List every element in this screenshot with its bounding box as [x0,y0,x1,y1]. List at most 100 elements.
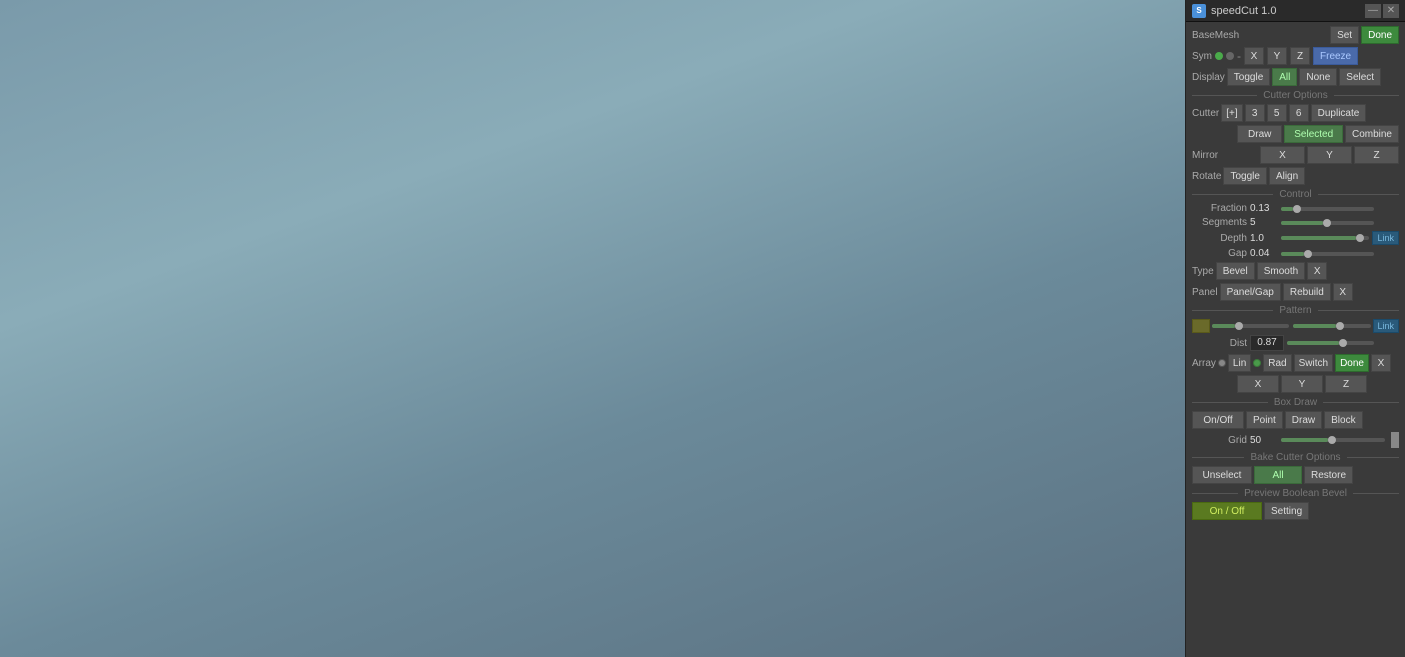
three-button[interactable]: 3 [1245,104,1265,122]
mirror-row: Mirror X Y Z [1192,146,1399,164]
mirror-y-button[interactable]: Y [1307,146,1352,164]
bevel-button[interactable]: Bevel [1216,262,1255,280]
preview-boolean-label: Preview Boolean Bevel [1238,488,1353,499]
freeze-button[interactable]: Freeze [1313,47,1358,65]
set-button[interactable]: Set [1330,26,1359,44]
all-button[interactable]: All [1272,68,1297,86]
grid-value: 50 [1250,435,1278,446]
pattern-color-btn1[interactable] [1192,319,1210,333]
segments-value: 5 [1250,217,1278,228]
block-button[interactable]: Block [1324,411,1362,429]
none-button[interactable]: None [1299,68,1337,86]
display-label: Display [1192,72,1225,83]
lin-button[interactable]: Lin [1228,354,1251,372]
bake-all-button[interactable]: All [1254,466,1302,484]
array-row: Array Lin Rad Switch Done X [1192,354,1399,372]
segments-row: Segments 5 [1192,217,1399,228]
type-x-button[interactable]: X [1307,262,1327,280]
switch-button[interactable]: Switch [1294,354,1333,372]
array-z-button[interactable]: Z [1325,375,1367,393]
fraction-slider[interactable] [1281,207,1374,211]
array-radio1[interactable] [1218,359,1226,367]
pattern-label: Pattern [1273,305,1317,316]
mirror-z-button[interactable]: Z [1354,146,1399,164]
gap-row: Gap 0.04 [1192,248,1399,259]
bake-cutter-label: Bake Cutter Options [1244,452,1346,463]
setting-button[interactable]: Setting [1264,502,1309,520]
pattern-slider2[interactable] [1293,324,1370,328]
sym-dash: - [1237,49,1241,63]
grid-label: Grid [1192,435,1247,446]
sym-x-button[interactable]: X [1244,47,1264,65]
selected-button[interactable]: Selected [1284,125,1343,143]
fraction-fill [1281,207,1293,211]
combine-button[interactable]: Combine [1345,125,1399,143]
3d-viewport[interactable] [0,0,1185,657]
gap-label: Gap [1192,248,1247,259]
array-done-button[interactable]: Done [1335,354,1369,372]
six-button[interactable]: 6 [1289,104,1309,122]
basemesh-label: BaseMesh [1192,30,1239,41]
toggle-button[interactable]: Toggle [1227,68,1270,86]
rebuild-button[interactable]: Rebuild [1283,283,1331,301]
rad-button[interactable]: Rad [1263,354,1291,372]
cutter-label: Cutter [1192,108,1219,119]
select-button[interactable]: Select [1339,68,1381,86]
point-button[interactable]: Point [1246,411,1283,429]
depth-link-button[interactable]: Link [1372,231,1399,245]
box-draw-row: On/Off Point Draw Block [1192,411,1399,429]
sym-row: Sym - X Y Z Freeze [1192,47,1399,65]
done-button[interactable]: Done [1361,26,1399,44]
depth-label: Depth [1192,233,1247,244]
pattern-link-button[interactable]: Link [1373,319,1400,333]
sym-z-button[interactable]: Z [1290,47,1310,65]
smooth-button[interactable]: Smooth [1257,262,1305,280]
grid-slider[interactable] [1281,438,1385,442]
gap-slider[interactable] [1281,252,1374,256]
box-draw-divider: Box Draw [1192,397,1399,408]
basemesh-row: BaseMesh Set Done [1192,26,1399,44]
restore-button[interactable]: Restore [1304,466,1353,484]
draw-button[interactable]: Draw [1237,125,1282,143]
grid-handle[interactable] [1391,432,1399,448]
array-label: Array [1192,358,1216,369]
preview-onoff-button[interactable]: On / Off [1192,502,1262,520]
gap-value: 0.04 [1250,248,1278,259]
type-row: Type Bevel Smooth X [1192,262,1399,280]
panelgap-button[interactable]: Panel/Gap [1220,283,1281,301]
dist-value: 0.87 [1250,335,1284,351]
panel-section-label: Panel [1192,287,1218,298]
five-button[interactable]: 5 [1267,104,1287,122]
control-label: Control [1273,189,1317,200]
unselect-button[interactable]: Unselect [1192,466,1252,484]
array-radio2[interactable] [1253,359,1261,367]
close-button[interactable]: ✕ [1383,4,1399,18]
panel-x-button[interactable]: X [1333,283,1353,301]
depth-value: 1.0 [1250,233,1278,244]
rotate-toggle-button[interactable]: Toggle [1223,167,1266,185]
segments-fill [1281,221,1323,225]
sym-dot-filled [1215,52,1223,60]
mirror-x-button[interactable]: X [1260,146,1305,164]
plus-button[interactable]: [+] [1221,104,1242,122]
right-panel: S speedCut 1.0 — ✕ BaseMesh Set Done Sym… [1185,0,1405,657]
duplicate-button[interactable]: Duplicate [1311,104,1367,122]
sym-y-button[interactable]: Y [1267,47,1287,65]
cutter-top-row: Cutter [+] 3 5 6 Duplicate [1192,104,1399,122]
box-draw-button[interactable]: Draw [1285,411,1322,429]
segments-thumb [1323,219,1331,227]
array-y-button[interactable]: Y [1281,375,1323,393]
pattern-slider1[interactable] [1212,324,1289,328]
minimize-button[interactable]: — [1365,4,1381,18]
sym-dot-empty [1226,52,1234,60]
onoff-button[interactable]: On/Off [1192,411,1244,429]
rotate-label: Rotate [1192,171,1221,182]
array-x2-button[interactable]: X [1237,375,1279,393]
segments-slider[interactable] [1281,221,1374,225]
pattern-divider: Pattern [1192,305,1399,316]
depth-slider[interactable] [1281,236,1369,240]
dist-slider[interactable] [1287,341,1374,345]
bake-cutter-row: Unselect All Restore [1192,466,1399,484]
align-button[interactable]: Align [1269,167,1305,185]
array-x-button[interactable]: X [1371,354,1391,372]
